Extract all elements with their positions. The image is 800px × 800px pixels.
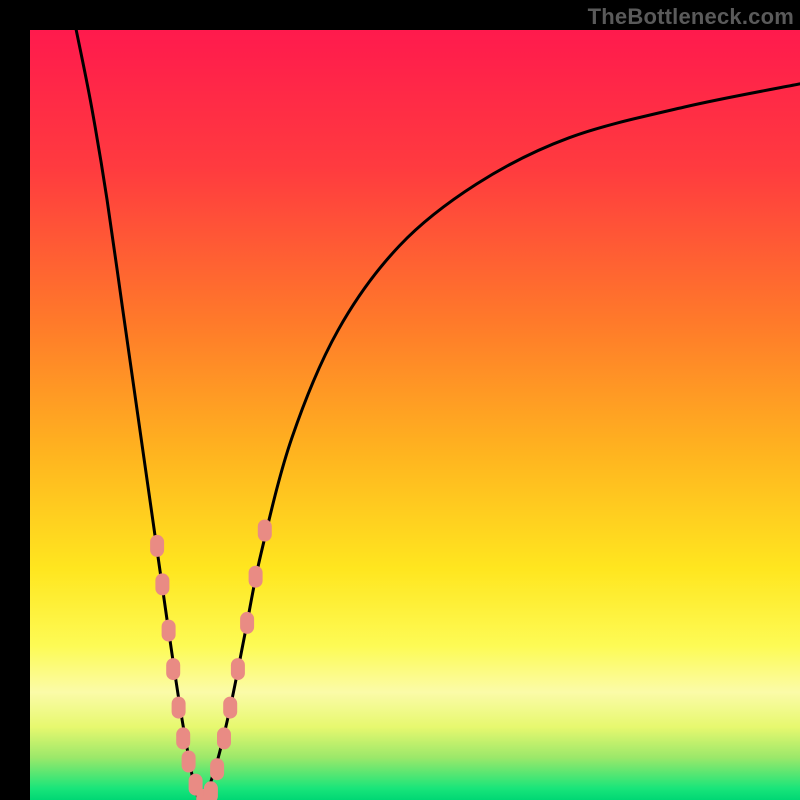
bottleneck-curve: [76, 30, 800, 800]
curve-marker: [204, 781, 218, 800]
curve-marker: [223, 697, 237, 719]
curve-marker: [231, 658, 245, 680]
curve-marker: [182, 751, 196, 773]
curve-marker: [249, 566, 263, 588]
curve-marker: [150, 535, 164, 557]
curve-marker: [176, 727, 190, 749]
chart-svg: [30, 30, 800, 800]
chart-frame: TheBottleneck.com: [0, 0, 800, 800]
curve-marker: [258, 520, 272, 542]
curve-marker: [172, 697, 186, 719]
curve-marker: [240, 612, 254, 634]
curve-marker: [155, 573, 169, 595]
curve-markers: [150, 520, 272, 800]
curve-marker: [166, 658, 180, 680]
watermark-text: TheBottleneck.com: [588, 4, 794, 30]
curve-marker: [217, 727, 231, 749]
curve-marker: [162, 620, 176, 642]
curve-marker: [210, 758, 224, 780]
plot-area: [30, 30, 800, 800]
